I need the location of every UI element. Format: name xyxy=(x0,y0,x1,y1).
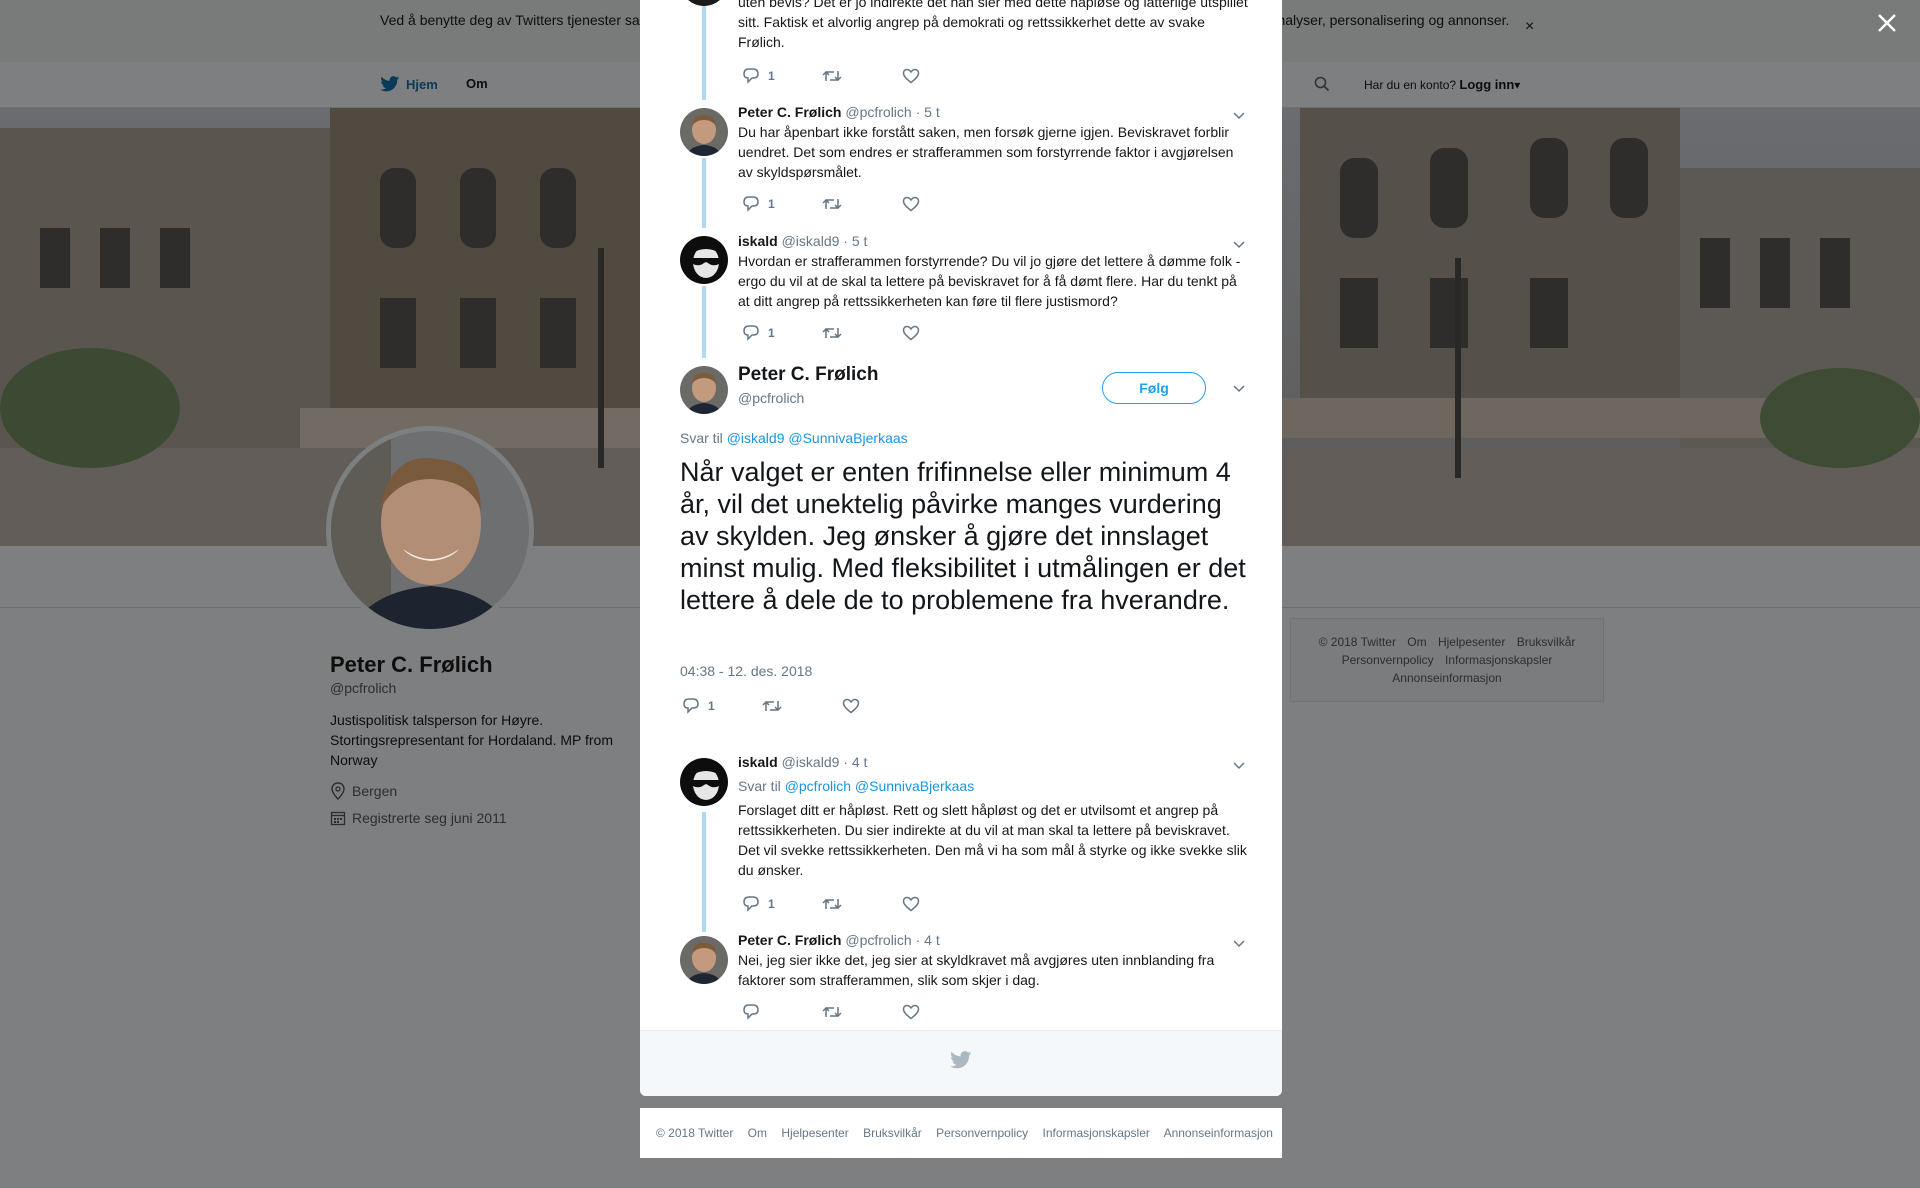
account-prompt: Har du en konto? Logg inn▾ xyxy=(1364,77,1520,92)
footer-copyright: © 2018 Twitter xyxy=(656,1126,734,1140)
reply-button[interactable]: 1 xyxy=(742,896,822,912)
author-name[interactable]: iskald xyxy=(738,754,778,770)
reply-tweet[interactable]: Peter C. Frølich @pcfrolich · 4 t Nei, j… xyxy=(640,930,1282,1030)
side-footer-help-link[interactable]: Hjelpesenter xyxy=(1438,635,1505,649)
side-footer-privacy-link[interactable]: Personvernpolicy xyxy=(1342,653,1434,667)
main-tweet-author-handle[interactable]: @pcfrolich xyxy=(738,390,804,406)
side-footer-row3: Annonseinformasjon xyxy=(1291,669,1603,687)
reply-to-mentions[interactable]: @pcfrolich @SunnivaBjerkaas xyxy=(785,778,975,794)
chevron-down-icon[interactable] xyxy=(1232,758,1246,772)
chevron-down-icon[interactable] xyxy=(1232,936,1246,950)
main-tweet-text: Når valget er enten frifinnelse eller mi… xyxy=(680,457,1246,615)
profile-location-text: Bergen xyxy=(352,783,398,799)
nav-home-link[interactable]: Hjem xyxy=(380,76,438,92)
avatar[interactable] xyxy=(680,758,728,806)
side-footer-terms-link[interactable]: Bruksvilkår xyxy=(1517,635,1576,649)
retweet-icon xyxy=(762,700,782,712)
side-footer: © 2018 Twitter Om Hjelpesenter Bruksvilk… xyxy=(1290,618,1604,702)
main-tweet-author-name[interactable]: Peter C. Frølich xyxy=(738,364,878,386)
reply-to-prefix: Svar til xyxy=(680,430,723,446)
nav-home-label: Hjem xyxy=(406,76,438,92)
footer-ads-link[interactable]: Annonseinformasjon xyxy=(1164,1126,1273,1140)
side-footer-about-link[interactable]: Om xyxy=(1407,635,1426,649)
reply-to-mentions[interactable]: @iskald9 @SunnivaBjerkaas xyxy=(727,430,908,446)
chevron-down-icon[interactable] xyxy=(1232,381,1246,395)
side-footer-row2: Personvernpolicy Informasjonskapsler xyxy=(1291,651,1603,669)
account-prompt-text: Har du en konto? xyxy=(1364,78,1457,92)
retweet-icon xyxy=(822,1006,842,1018)
side-footer-ads-link[interactable]: Annonseinformasjon xyxy=(1392,671,1501,685)
reply-button[interactable] xyxy=(742,1004,822,1020)
modal-footer xyxy=(640,1030,1282,1096)
reply-tweet[interactable]: iskald @iskald9 · 4 t Svar til @pcfrolic… xyxy=(640,752,1282,912)
tweet-header: iskald @iskald9 · 4 t xyxy=(738,754,867,770)
reply-to-line: Svar til @iskald9 @SunnivaBjerkaas xyxy=(680,430,908,446)
profile-joined-text: Registrerte seg juni 2011 xyxy=(352,810,507,826)
tweet-time[interactable]: · 4 t xyxy=(916,932,940,948)
profile-location: Bergen xyxy=(330,782,397,800)
avatar[interactable] xyxy=(680,366,728,414)
retweet-button[interactable] xyxy=(762,698,842,714)
twitter-bird-icon xyxy=(950,1051,972,1069)
main-tweet-date[interactable]: 04:38 - 12. des. 2018 xyxy=(680,663,812,679)
like-button[interactable] xyxy=(902,1004,920,1020)
reply-count: 1 xyxy=(768,897,775,911)
profile-joined: Registrerte seg juni 2011 xyxy=(330,810,507,826)
tweet-time[interactable]: · 4 t xyxy=(843,754,867,770)
heart-icon xyxy=(902,1004,920,1020)
location-pin-icon xyxy=(331,782,345,800)
tweet-text: Forslaget ditt er håpløst. Rett og slett… xyxy=(738,802,1247,878)
search-icon[interactable] xyxy=(1314,76,1330,92)
footer-about-link[interactable]: Om xyxy=(748,1126,767,1140)
footer-privacy-link[interactable]: Personvernpolicy xyxy=(936,1126,1028,1140)
author-name[interactable]: Peter C. Frølich xyxy=(738,932,841,948)
tweet-actions: 1 xyxy=(682,696,860,716)
tweet-text: Nei, jeg sier ikke det, jeg sier at skyl… xyxy=(738,952,1215,988)
footer-terms-link[interactable]: Bruksvilkår xyxy=(863,1126,922,1140)
profile-name: Peter C. Frølich xyxy=(330,652,493,677)
heart-icon xyxy=(842,698,860,714)
twitter-bird-icon xyxy=(380,76,400,92)
profile-handle: @pcfrolich xyxy=(330,680,397,696)
calendar-icon xyxy=(330,811,346,826)
main-tweet: Peter C. Frølich @pcfrolich Følg Svar ti… xyxy=(640,0,1282,740)
reply-icon xyxy=(743,1004,759,1020)
author-handle[interactable]: @pcfrolich xyxy=(845,932,911,948)
reply-icon xyxy=(683,698,699,714)
side-footer-row1: © 2018 Twitter Om Hjelpesenter Bruksvilk… xyxy=(1291,633,1603,651)
side-footer-cookies-link[interactable]: Informasjonskapsler xyxy=(1445,653,1552,667)
heart-icon xyxy=(902,896,920,912)
nav-about-link[interactable]: Om xyxy=(466,76,488,91)
footer-help-link[interactable]: Hjelpesenter xyxy=(781,1126,848,1140)
side-footer-copyright: © 2018 Twitter xyxy=(1318,635,1396,649)
caret-down-icon: ▾ xyxy=(1514,78,1521,92)
tweet-permalink-modal: uten bevis? Det er jo indirekte det han … xyxy=(640,0,1282,1096)
cookie-close-button[interactable]: × xyxy=(1525,18,1534,36)
like-button[interactable] xyxy=(902,896,920,912)
retweet-button[interactable] xyxy=(822,896,902,912)
like-button[interactable] xyxy=(842,698,860,714)
profile-bio: Justispolitisk talsperson for Høyre. Sto… xyxy=(330,712,613,768)
reply-to-line: Svar til @pcfrolich @SunnivaBjerkaas xyxy=(738,778,974,794)
follow-button[interactable]: Følg xyxy=(1102,372,1206,404)
author-handle[interactable]: @iskald9 xyxy=(782,754,840,770)
reply-button[interactable]: 1 xyxy=(682,698,762,714)
retweet-icon xyxy=(822,898,842,910)
retweet-button[interactable] xyxy=(822,1004,902,1020)
profile-avatar xyxy=(326,426,534,634)
close-icon[interactable] xyxy=(1876,12,1898,34)
tweet-actions: 1 xyxy=(742,894,920,914)
tweet-actions xyxy=(742,1002,920,1022)
footer-cookies-link[interactable]: Informasjonskapsler xyxy=(1043,1126,1150,1140)
reply-icon xyxy=(743,896,759,912)
login-link[interactable]: Logg inn xyxy=(1459,77,1514,92)
bottom-footer: © 2018 Twitter Om Hjelpesenter Bruksvilk… xyxy=(640,1108,1282,1158)
reply-count: 1 xyxy=(708,699,715,713)
tweet-header: Peter C. Frølich @pcfrolich · 4 t xyxy=(738,932,940,948)
reply-to-prefix: Svar til xyxy=(738,778,781,794)
avatar[interactable] xyxy=(680,936,728,984)
